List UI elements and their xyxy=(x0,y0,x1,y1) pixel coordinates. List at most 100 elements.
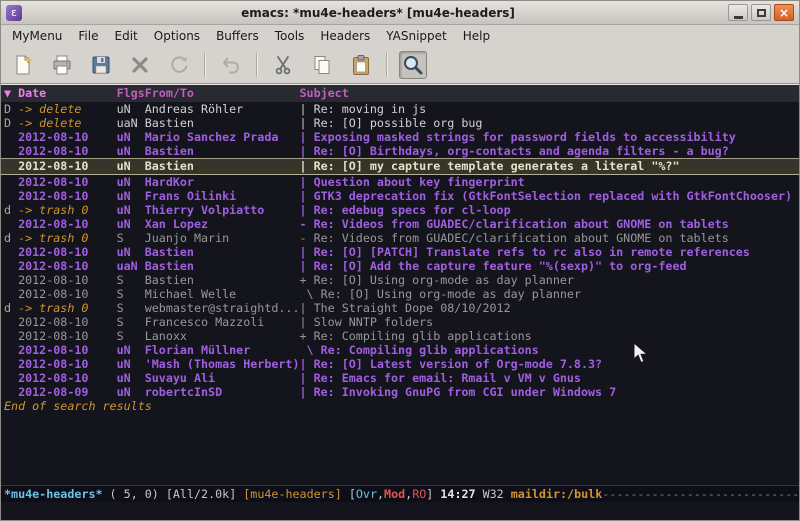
message-row[interactable]: 2012-08-10 S Bastien + Re: [O] Using org… xyxy=(1,273,799,287)
message-row[interactable]: 2012-08-10 uN Bastien | Re: [O] my captu… xyxy=(1,158,799,175)
column-header-from[interactable]: From/To xyxy=(145,85,300,102)
message-row[interactable]: d -> trash 0 uN Thierry Volpiatto | Re: … xyxy=(1,203,799,217)
menu-yasnippet[interactable]: YASnippet xyxy=(378,26,455,46)
message-from: Bastien xyxy=(145,245,300,259)
mode-line[interactable]: *mu4e-headers* ( 5, 0) [All/2.0k] [mu4e-… xyxy=(1,485,799,502)
menu-options[interactable]: Options xyxy=(146,26,208,46)
mark-char xyxy=(4,259,18,273)
column-header-date[interactable]: Date xyxy=(18,85,117,102)
sort-direction-icon[interactable]: ▼ xyxy=(4,85,18,102)
column-header-subject[interactable]: Subject xyxy=(300,85,800,102)
mark-char xyxy=(4,357,18,371)
message-row[interactable]: D -> delete uaN Bastien | Re: [O] possib… xyxy=(1,116,799,130)
message-row[interactable]: 2012-08-10 uN HardKor | Question about k… xyxy=(1,175,799,189)
date-or-mark: 2012-08-10 xyxy=(18,371,117,385)
menu-mymenu[interactable]: MyMenu xyxy=(4,26,70,46)
menu-tools[interactable]: Tools xyxy=(267,26,313,46)
menu-buffers[interactable]: Buffers xyxy=(208,26,267,46)
message-flags: uN xyxy=(117,102,145,116)
modeline-segment-time: 14:27 xyxy=(440,487,482,501)
message-flags: S xyxy=(117,231,145,245)
message-from: 'Mash (Thomas Herbert) xyxy=(145,357,300,371)
search-button[interactable] xyxy=(399,51,427,79)
modeline-segment-plain: ( 5, 0) xyxy=(103,487,166,501)
thread-indicator: | xyxy=(300,385,314,399)
message-row[interactable]: 2012-08-10 uN Florian Müllner \ Re: Comp… xyxy=(1,343,799,357)
thread-indicator: | xyxy=(300,175,314,189)
date-or-mark: 2012-08-10 xyxy=(18,287,117,301)
menu-headers[interactable]: Headers xyxy=(312,26,378,46)
thread-indicator: | xyxy=(300,189,314,203)
message-flags: uN xyxy=(117,203,145,217)
menu-edit[interactable]: Edit xyxy=(107,26,146,46)
message-subject: Re: [O] Using org-mode as day planner xyxy=(314,273,799,287)
refresh-button[interactable] xyxy=(165,51,193,79)
copy-button[interactable] xyxy=(308,51,336,79)
message-subject: GTK3 deprecation fix (GtkFontSelection r… xyxy=(314,189,799,203)
date-or-mark: 2012-08-10 xyxy=(18,329,117,343)
message-row[interactable]: 2012-08-10 uN Suvayu Ali | Re: Emacs for… xyxy=(1,371,799,385)
mark-char xyxy=(4,175,18,189)
message-row[interactable]: d -> trash 0 S Juanjo Marin - Re: Videos… xyxy=(1,231,799,245)
message-row[interactable]: 2012-08-10 uN Bastien | Re: [O] Birthday… xyxy=(1,144,799,158)
date-or-mark: -> delete xyxy=(18,116,117,130)
mark-char xyxy=(4,315,18,329)
message-from: Mario Sanchez Prada xyxy=(145,130,300,144)
thread-indicator: \ xyxy=(300,343,321,357)
message-row[interactable]: D -> delete uN Andreas Röhler | Re: movi… xyxy=(1,102,799,116)
paste-button[interactable] xyxy=(347,51,375,79)
mark-char: D xyxy=(4,116,18,130)
title-bar[interactable]: ε emacs: *mu4e-headers* [mu4e-headers] × xyxy=(1,1,799,25)
date-or-mark: 2012-08-10 xyxy=(18,189,117,203)
emacs-app-icon: ε xyxy=(6,5,22,21)
message-row[interactable]: d -> trash 0 S webmaster@straightd... | … xyxy=(1,301,799,315)
thread-indicator: | xyxy=(300,203,314,217)
message-from: Frans Oilinki xyxy=(145,189,300,203)
column-header-flags[interactable]: Flgs xyxy=(117,85,145,102)
undo-button[interactable] xyxy=(217,51,245,79)
message-row[interactable]: 2012-08-10 S Francesco Mazzoli | Slow NN… xyxy=(1,315,799,329)
mark-char: D xyxy=(4,102,18,116)
message-list: D -> delete uN Andreas Röhler | Re: movi… xyxy=(1,102,799,399)
message-from: Bastien xyxy=(145,159,300,174)
refresh-icon xyxy=(167,53,191,77)
new-file-button[interactable] xyxy=(9,51,37,79)
print-button[interactable] xyxy=(48,51,76,79)
mark-char xyxy=(4,371,18,385)
message-row[interactable]: 2012-08-10 uN Bastien | Re: [O] [PATCH] … xyxy=(1,245,799,259)
close-button[interactable]: × xyxy=(774,4,794,21)
echo-area[interactable] xyxy=(1,502,799,520)
maximize-icon xyxy=(757,9,766,17)
thread-indicator: | xyxy=(300,357,314,371)
menu-file[interactable]: File xyxy=(70,26,106,46)
message-row[interactable]: 2012-08-09 uN robertcInSD | Re: Invoking… xyxy=(1,385,799,399)
message-flags: uN xyxy=(117,144,145,158)
message-row[interactable]: 2012-08-10 uN Frans Oilinki | GTK3 depre… xyxy=(1,189,799,203)
message-flags: uN xyxy=(117,357,145,371)
cut-button[interactable] xyxy=(269,51,297,79)
message-from: Andreas Röhler xyxy=(145,102,300,116)
minimize-button[interactable] xyxy=(728,4,748,21)
menu-help[interactable]: Help xyxy=(455,26,498,46)
message-subject: Re: [O] my capture template generates a … xyxy=(314,159,799,174)
maximize-button[interactable] xyxy=(751,4,771,21)
message-row[interactable]: 2012-08-10 uN Xan Lopez - Re: Videos fro… xyxy=(1,217,799,231)
message-subject: Re: moving in js xyxy=(314,102,799,116)
message-row[interactable]: 2012-08-10 S Lanoxx + Re: Compiling glib… xyxy=(1,329,799,343)
message-row[interactable]: 2012-08-10 S Michael Welle \ Re: [O] Usi… xyxy=(1,287,799,301)
mark-char xyxy=(4,287,18,301)
message-row[interactable]: 2012-08-10 uaN Bastien | Re: [O] Add the… xyxy=(1,259,799,273)
message-row[interactable]: 2012-08-10 uN Mario Sanchez Prada | Expo… xyxy=(1,130,799,144)
modeline-segment-plain: W32 xyxy=(483,487,511,501)
save-button[interactable] xyxy=(87,51,115,79)
headers-buffer[interactable]: ▼ Date Flgs From/To Subject D -> delete … xyxy=(1,84,799,485)
modeline-segment-plain: [All/2.0k] xyxy=(166,487,243,501)
mark-char xyxy=(4,159,18,174)
thread-indicator: | xyxy=(300,315,314,329)
message-row[interactable]: 2012-08-10 uN 'Mash (Thomas Herbert) | R… xyxy=(1,357,799,371)
close-buffer-button[interactable] xyxy=(126,51,154,79)
message-from: Thierry Volpiatto xyxy=(145,203,300,217)
date-or-mark: -> trash 0 xyxy=(18,231,117,245)
menu-bar: MyMenuFileEditOptionsBuffersToolsHeaders… xyxy=(1,25,799,47)
minimize-icon xyxy=(734,16,743,19)
